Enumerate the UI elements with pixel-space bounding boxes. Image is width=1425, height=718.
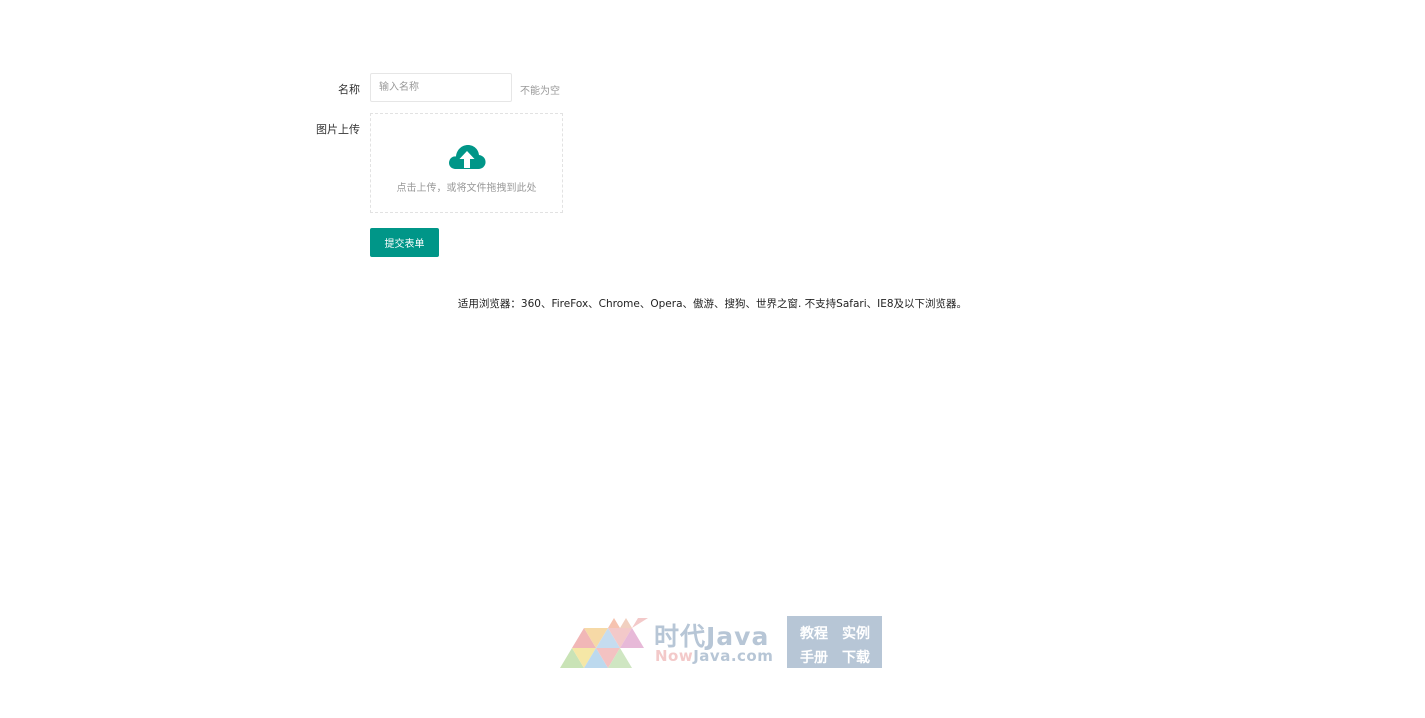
submit-button[interactable]: 提交表单 (370, 228, 439, 257)
logo-domain-rest: Java.com (693, 647, 774, 665)
name-input[interactable] (370, 73, 512, 102)
logo-box-item: 手册 (800, 650, 828, 666)
browser-support-notice: 适用浏览器：360、FireFox、Chrome、Opera、傲游、搜狗、世界之… (457, 298, 968, 310)
upload-dropzone[interactable]: 点击上传，或将文件拖拽到此处 (370, 113, 563, 213)
logo-domain-now: Now (655, 647, 694, 665)
logo-menu-box: 教程 实例 手册 下载 (787, 616, 882, 668)
logo-domain: NowJava.com (655, 647, 773, 665)
logo-triangles-icon (560, 618, 648, 668)
name-label: 名称 (338, 83, 360, 96)
logo-box-item: 下载 (842, 650, 870, 666)
logo-box-item: 实例 (842, 626, 870, 642)
upload-hint-text: 点击上传，或将文件拖拽到此处 (396, 183, 537, 194)
cloud-upload-icon (449, 145, 486, 169)
upload-label: 图片上传 (316, 123, 360, 136)
name-hint: 不能为空 (520, 86, 560, 97)
page: 名称 不能为空 图片上传 点击上传，或将文件拖拽到此处 提交表单 适用浏览器：3… (0, 0, 1425, 718)
site-logo[interactable]: 时代Java NowJava.com 教程 实例 手册 下载 (558, 616, 888, 670)
logo-box-item: 教程 (800, 626, 828, 642)
